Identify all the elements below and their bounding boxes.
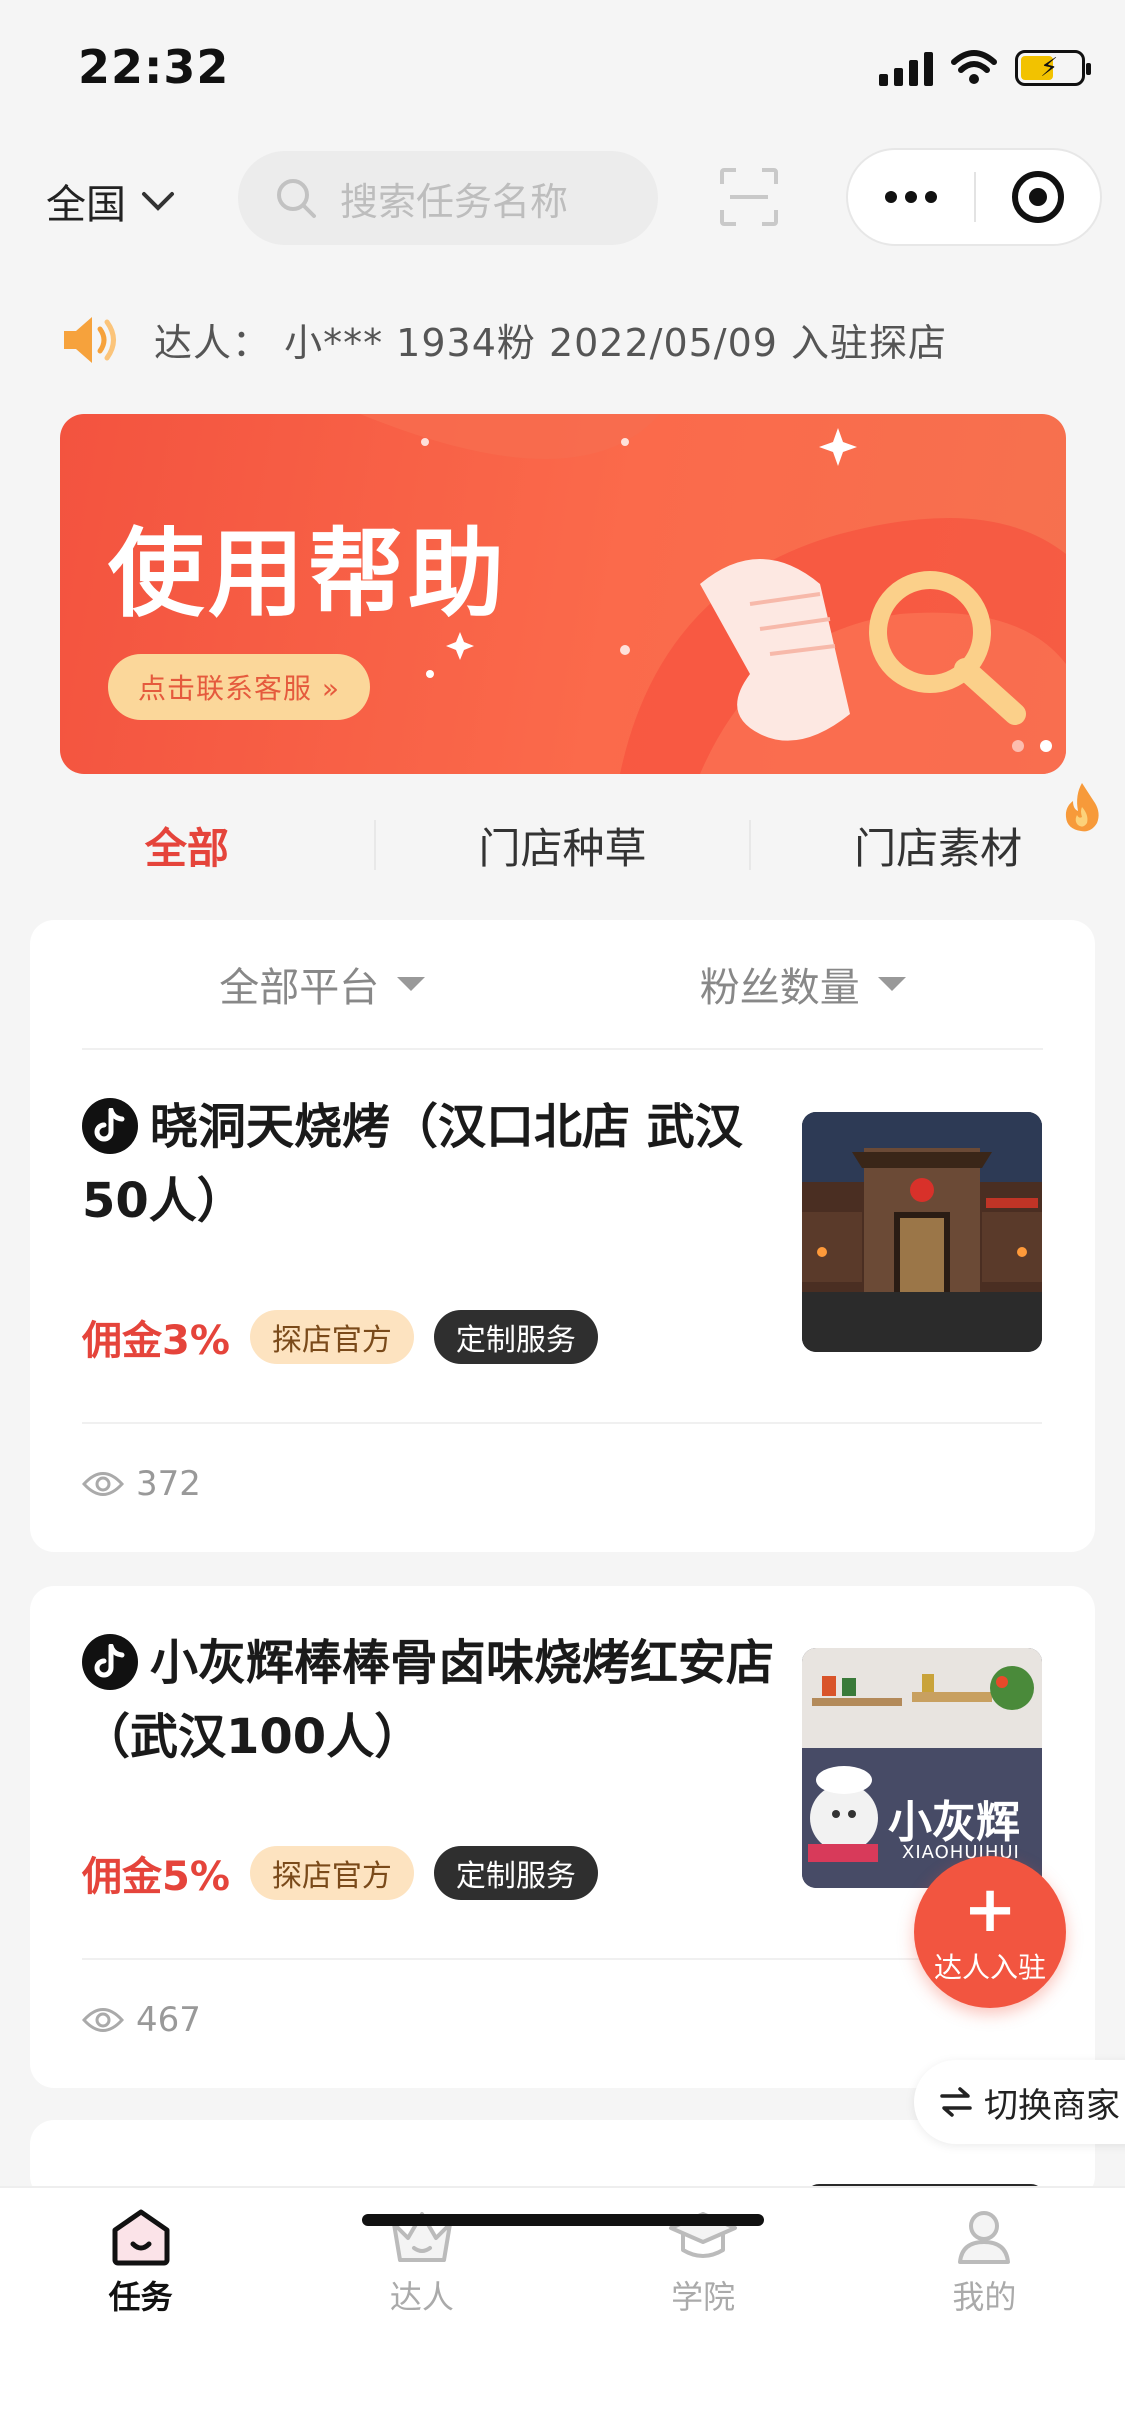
announcement-bar: 达人： 小*** 1934粉 2022/05/09 入驻探店 (60, 312, 947, 367)
task-title: 小灰辉棒棒骨卤味烧烤红安店（武汉100人） (82, 1626, 782, 1774)
region-selector[interactable]: 全国 (46, 172, 176, 230)
thumbnail-sign-text: 小灰辉 (888, 1797, 1020, 1848)
wifi-icon (951, 50, 997, 84)
commission-label: 佣金3% (82, 1318, 230, 1364)
status-bar: 22:32 ⚡ (0, 0, 1125, 140)
banner-dot (1012, 740, 1024, 752)
search-icon (277, 179, 316, 218)
platform-filter[interactable]: 全部平台 (82, 955, 563, 1013)
view-count: 372 (82, 1464, 201, 1504)
search-input[interactable]: 搜索任务名称 (238, 151, 658, 245)
nav-tasks-label: 任务 (108, 2278, 173, 2316)
nav-tasks[interactable]: 任务 (0, 2208, 281, 2318)
fab-label: 达人入驻 (933, 1951, 1046, 1984)
speaker-icon (64, 316, 116, 363)
caret-down-icon (397, 977, 426, 991)
tag-official: 探店官方 (249, 1846, 414, 1900)
search-placeholder: 搜索任务名称 (340, 179, 569, 224)
plus-icon: + (963, 1873, 1017, 1947)
eye-icon (82, 2008, 124, 2032)
person-icon (958, 2211, 1011, 2264)
tag-custom-service: 定制服务 (433, 1846, 598, 1900)
tab-store-seeding[interactable]: 门店种草 (376, 815, 750, 876)
fire-icon (1065, 782, 1099, 831)
target-icon (1011, 171, 1064, 223)
status-time: 22:32 (78, 40, 230, 94)
category-tabs: 全部 门店种草 门店素材 (0, 782, 1125, 890)
swap-icon (940, 2087, 972, 2117)
task-title: 晓洞天烧烤（汉口北店 武汉50人） (82, 1090, 782, 1238)
eye-icon (82, 1472, 124, 1496)
tiktok-icon (82, 1098, 138, 1154)
nav-mine[interactable]: 我的 (844, 2208, 1125, 2318)
commission-label: 佣金5% (82, 1854, 230, 1900)
switch-merchant-label: 切换商家 (984, 2085, 1120, 2126)
region-label: 全国 (46, 182, 126, 228)
signal-icon (879, 50, 933, 86)
home-icon (112, 2209, 170, 2266)
join-as-influencer-button[interactable]: + 达人入驻 (914, 1856, 1066, 2008)
filter-bar: 全部平台 粉丝数量 (82, 920, 1043, 1050)
nav-influencers-label: 达人 (389, 2278, 454, 2316)
close-miniprogram-button[interactable] (976, 171, 1100, 223)
contact-support-button[interactable]: 点击联系客服 » (108, 654, 371, 720)
task-card[interactable]: 小灰辉棒棒骨卤味烧烤红安店（武汉100人） 佣金5% 探店官方 定制服务 小灰辉… (30, 1586, 1095, 2088)
task-thumbnail: 小灰辉 XIAOHUIHUI (802, 1648, 1042, 1888)
task-thumbnail (802, 1112, 1042, 1352)
tab-store-material-label: 门店素材 (854, 823, 1023, 873)
banner-dot-active (1040, 740, 1052, 752)
task-meta: 佣金3% 探店官方 定制服务 (82, 1308, 598, 1366)
platform-filter-label: 全部平台 (219, 965, 380, 1011)
banner-pagination (1012, 740, 1052, 752)
chevron-down-icon (142, 192, 174, 211)
help-banner[interactable]: 使用帮助 点击联系客服 » (60, 414, 1066, 774)
nav-mine-label: 我的 (952, 2278, 1017, 2316)
task-meta: 佣金5% 探店官方 定制服务 (82, 1844, 598, 1902)
nav-academy-label: 学院 (671, 2278, 736, 2316)
task-list-panel: 全部平台 粉丝数量 (30, 920, 1095, 1060)
tab-all[interactable]: 全部 (0, 815, 374, 876)
tiktok-icon (82, 1634, 138, 1690)
banner-title: 使用帮助 (108, 518, 508, 630)
tag-official: 探店官方 (249, 1310, 414, 1364)
scan-icon[interactable] (718, 166, 780, 228)
home-indicator (362, 2214, 764, 2226)
battery-icon: ⚡ (1015, 50, 1091, 86)
caret-down-icon (877, 977, 906, 991)
fans-filter-label: 粉丝数量 (699, 965, 860, 1011)
view-count-value: 467 (136, 2000, 201, 2040)
top-nav: 全国 搜索任务名称 (0, 148, 1125, 248)
task-title-text: 小灰辉棒棒骨卤味烧烤红安店（武汉100人） (82, 1635, 775, 1765)
task-card[interactable]: 晓洞天烧烤（汉口北店 武汉50人） 佣金3% 探店官方 定制服务 372 (30, 1050, 1095, 1552)
announcement-text: 达人： 小*** 1934粉 2022/05/09 入驻探店 (154, 321, 948, 365)
more-menu-button[interactable] (848, 191, 974, 203)
switch-merchant-button[interactable]: 切换商家 (914, 2060, 1125, 2144)
status-icons: ⚡ (879, 46, 1091, 90)
task-title-text: 晓洞天烧烤（汉口北店 武汉50人） (82, 1099, 743, 1229)
miniprogram-capsule (846, 148, 1102, 246)
fans-filter[interactable]: 粉丝数量 (563, 955, 1044, 1013)
view-count: 467 (82, 2000, 201, 2040)
tag-custom-service: 定制服务 (433, 1310, 598, 1364)
view-count-value: 372 (136, 1464, 201, 1504)
tab-store-material[interactable]: 门店素材 (751, 782, 1125, 876)
